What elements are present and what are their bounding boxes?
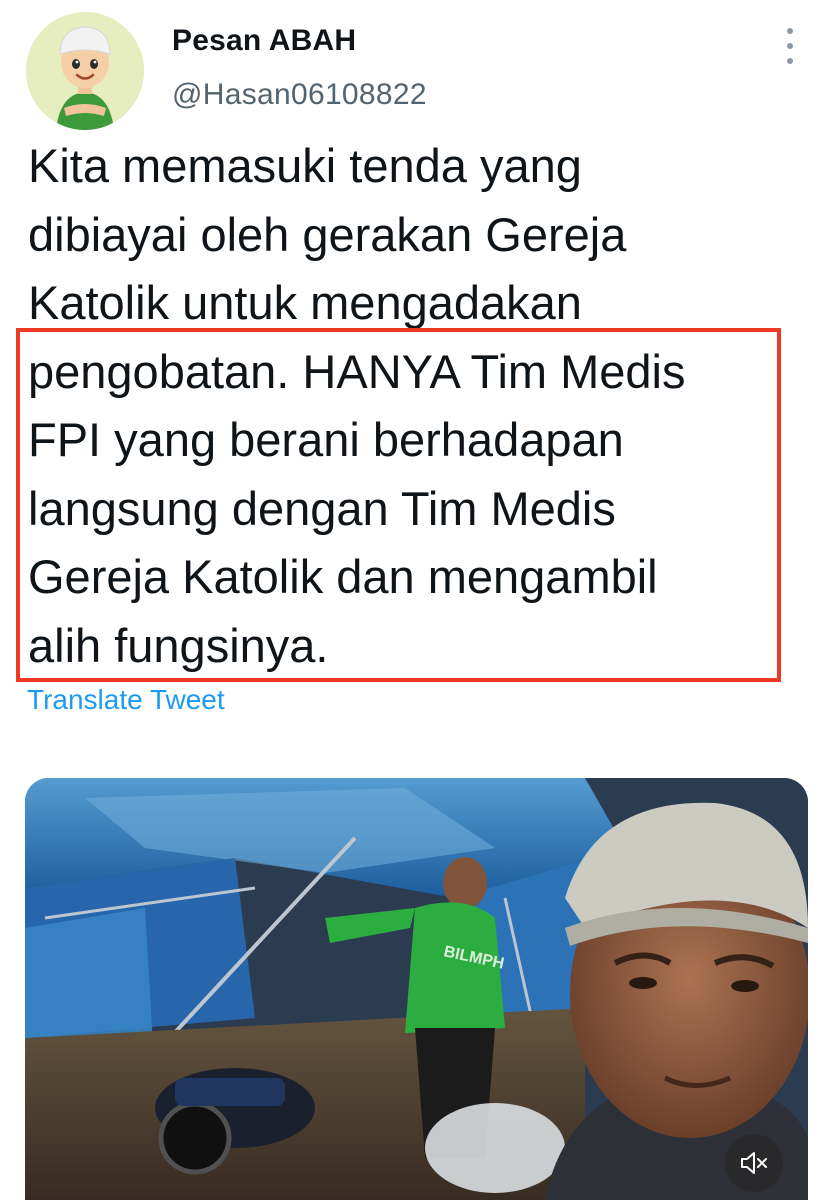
tweet-text-line: Kita memasuki tenda yang <box>28 139 582 192</box>
video-frame-image: BILMPH <box>25 778 808 1200</box>
author-handle[interactable]: @Hasan06108822 <box>172 78 427 112</box>
translate-tweet-link[interactable]: Translate Tweet <box>27 684 225 716</box>
speaker-muted-icon <box>741 1152 767 1174</box>
avatar[interactable] <box>26 12 144 130</box>
more-options-icon[interactable] <box>776 28 804 64</box>
mute-toggle-button[interactable] <box>725 1134 783 1192</box>
highlight-annotation-box <box>16 328 781 682</box>
author-display-name[interactable]: Pesan ABAH <box>172 24 356 58</box>
tweet-text-line: dibiayai oleh gerakan Gereja <box>28 207 627 261</box>
tweet-video[interactable]: BILMPH <box>25 778 808 1200</box>
cartoon-boy-avatar-icon <box>26 12 144 130</box>
